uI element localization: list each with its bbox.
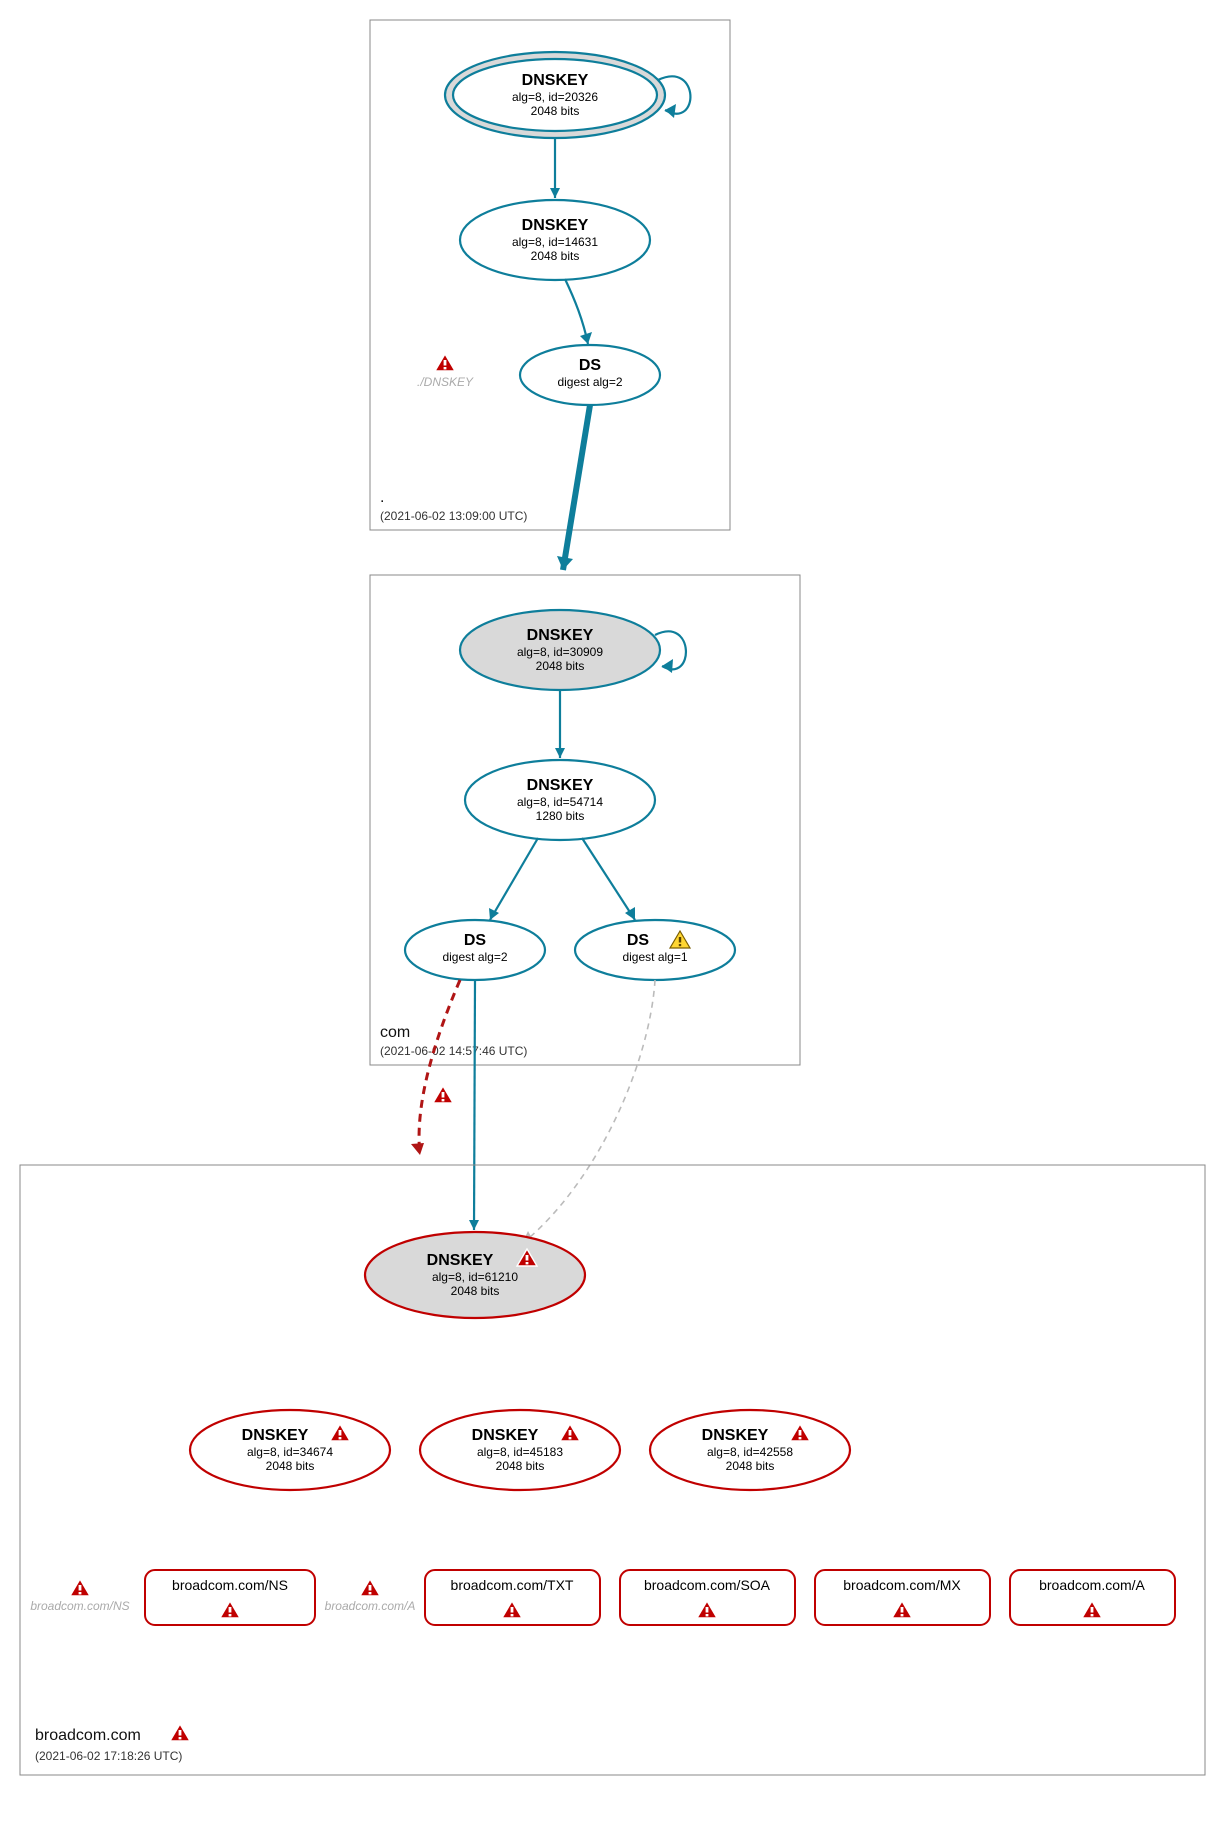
rrset-txt[interactable]: broadcom.com/TXT xyxy=(425,1570,600,1625)
svg-text:alg=8, id=34674: alg=8, id=34674 xyxy=(247,1445,333,1459)
svg-text:broadcom.com/MX: broadcom.com/MX xyxy=(843,1577,961,1593)
node-broadcom-k2[interactable]: DNSKEY alg=8, id=45183 2048 bits xyxy=(420,1410,620,1490)
svg-text:alg=8, id=54714: alg=8, id=54714 xyxy=(517,795,603,809)
node-root-zsk[interactable]: DNSKEY alg=8, id=14631 2048 bits xyxy=(460,200,650,280)
svg-text:alg=8, id=42558: alg=8, id=42558 xyxy=(707,1445,793,1459)
rrset-mx[interactable]: broadcom.com/MX xyxy=(815,1570,990,1625)
svg-text:digest alg=2: digest alg=2 xyxy=(557,375,622,389)
svg-text:broadcom.com/TXT: broadcom.com/TXT xyxy=(451,1577,574,1593)
node-com-zsk[interactable]: DNSKEY alg=8, id=54714 1280 bits xyxy=(465,760,655,840)
svg-text:./DNSKEY: ./DNSKEY xyxy=(417,375,474,389)
zone-broadcom: broadcom.com (2021-06-02 17:18:26 UTC) D… xyxy=(20,1165,1205,1775)
svg-text:2048 bits: 2048 bits xyxy=(536,659,585,673)
svg-text:DNSKEY: DNSKEY xyxy=(472,1427,539,1444)
node-broadcom-faded-a: broadcom.com/A xyxy=(325,1579,416,1613)
svg-text:alg=8, id=20326: alg=8, id=20326 xyxy=(512,90,598,104)
svg-text:DNSKEY: DNSKEY xyxy=(427,1252,494,1269)
svg-text:alg=8, id=61210: alg=8, id=61210 xyxy=(432,1270,518,1284)
zone-com-time: (2021-06-02 14:57:46 UTC) xyxy=(380,1044,527,1058)
svg-text:1280 bits: 1280 bits xyxy=(536,809,585,823)
svg-text:DNSKEY: DNSKEY xyxy=(527,777,594,794)
zone-root: . (2021-06-02 13:09:00 UTC) DNSKEY alg=8… xyxy=(370,20,730,570)
svg-text:2048 bits: 2048 bits xyxy=(266,1459,315,1473)
node-broadcom-ksk[interactable]: DNSKEY alg=8, id=61210 2048 bits xyxy=(365,1232,585,1318)
node-root-ds[interactable]: DS digest alg=2 xyxy=(520,345,660,405)
node-root-missing-dnskey: ./DNSKEY xyxy=(417,354,474,389)
zone-broadcom-time: (2021-06-02 17:18:26 UTC) xyxy=(35,1749,182,1763)
svg-text:alg=8, id=14631: alg=8, id=14631 xyxy=(512,235,598,249)
svg-text:DNSKEY: DNSKEY xyxy=(527,627,594,644)
zone-root-name: . xyxy=(380,489,384,506)
svg-text:digest alg=2: digest alg=2 xyxy=(442,950,507,964)
svg-text:alg=8, id=30909: alg=8, id=30909 xyxy=(517,645,603,659)
node-broadcom-k1[interactable]: DNSKEY alg=8, id=34674 2048 bits xyxy=(190,1410,390,1490)
node-com-ds2[interactable]: DS digest alg=1 xyxy=(575,920,735,980)
node-com-ksk[interactable]: DNSKEY alg=8, id=30909 2048 bits xyxy=(460,610,660,690)
zone-com: com (2021-06-02 14:57:46 UTC) DNSKEY alg… xyxy=(370,575,800,1065)
svg-text:DS: DS xyxy=(627,932,650,949)
svg-text:2048 bits: 2048 bits xyxy=(496,1459,545,1473)
svg-text:2048 bits: 2048 bits xyxy=(726,1459,775,1473)
zone-root-time: (2021-06-02 13:09:00 UTC) xyxy=(380,509,527,523)
svg-text:DS: DS xyxy=(579,357,602,374)
svg-text:DS: DS xyxy=(464,932,487,949)
svg-text:broadcom.com/A: broadcom.com/A xyxy=(1039,1577,1145,1593)
svg-text:2048 bits: 2048 bits xyxy=(531,104,580,118)
node-broadcom-k3[interactable]: DNSKEY alg=8, id=42558 2048 bits xyxy=(650,1410,850,1490)
rrset-soa[interactable]: broadcom.com/SOA xyxy=(620,1570,795,1625)
node-com-ds1[interactable]: DS digest alg=2 xyxy=(405,920,545,980)
error-icon xyxy=(360,1579,380,1596)
svg-text:DNSKEY: DNSKEY xyxy=(522,217,589,234)
svg-text:broadcom.com/NS: broadcom.com/NS xyxy=(172,1577,288,1593)
node-broadcom-faded-ns: broadcom.com/NS xyxy=(30,1579,129,1613)
svg-text:alg=8, id=45183: alg=8, id=45183 xyxy=(477,1445,563,1459)
error-icon xyxy=(170,1724,190,1741)
error-icon xyxy=(70,1579,90,1596)
rrset-a[interactable]: broadcom.com/A xyxy=(1010,1570,1175,1625)
svg-text:2048 bits: 2048 bits xyxy=(451,1284,500,1298)
node-root-ksk[interactable]: DNSKEY alg=8, id=20326 2048 bits xyxy=(445,52,665,138)
rrset-ns[interactable]: broadcom.com/NS xyxy=(145,1570,315,1625)
svg-text:broadcom.com/SOA: broadcom.com/SOA xyxy=(644,1577,771,1593)
svg-text:DNSKEY: DNSKEY xyxy=(242,1427,309,1444)
zone-broadcom-name: broadcom.com xyxy=(35,1727,141,1744)
zone-com-name: com xyxy=(380,1024,410,1041)
svg-text:broadcom.com/A: broadcom.com/A xyxy=(325,1599,416,1613)
error-icon xyxy=(435,354,455,371)
svg-text:broadcom.com/NS: broadcom.com/NS xyxy=(30,1599,129,1613)
svg-text:DNSKEY: DNSKEY xyxy=(702,1427,769,1444)
dnssec-diagram: . (2021-06-02 13:09:00 UTC) DNSKEY alg=8… xyxy=(0,0,1225,1837)
svg-text:DNSKEY: DNSKEY xyxy=(522,72,589,89)
svg-text:2048 bits: 2048 bits xyxy=(531,249,580,263)
error-icon xyxy=(433,1086,453,1103)
svg-text:digest alg=1: digest alg=1 xyxy=(622,950,687,964)
